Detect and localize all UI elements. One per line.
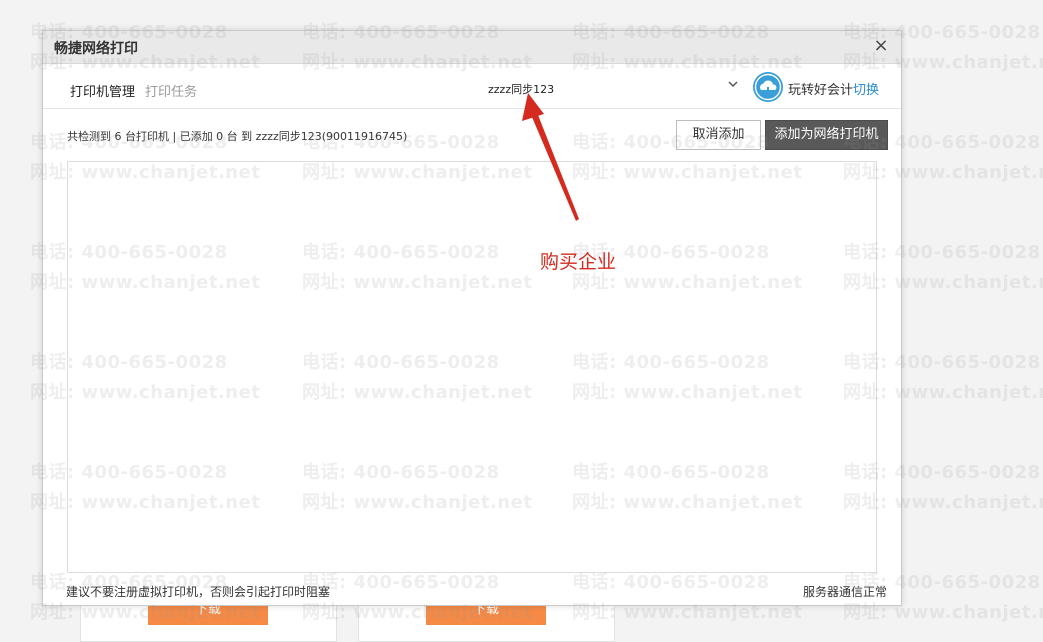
tab-printer-management[interactable]: 打印机管理: [70, 81, 135, 100]
tab-bar: 打印机管理 打印任务 zzzz同步123 玩转好会计 切换: [43, 64, 901, 109]
username: 玩转好会计: [788, 83, 854, 98]
company-selector[interactable]: zzzz同步123: [488, 81, 554, 97]
avatar-cloud-icon: [753, 72, 783, 102]
printer-list-panel[interactable]: [67, 161, 877, 573]
annotation-label: 购买企业: [540, 251, 617, 273]
network-print-dialog: 畅捷网络打印 × 打印机管理 打印任务 zzzz同步123 玩转好会计 切换 共…: [42, 30, 902, 606]
dialog-titlebar: 畅捷网络打印 ×: [43, 31, 901, 64]
dialog-title: 畅捷网络打印: [54, 41, 138, 57]
switch-account-link[interactable]: 切换: [853, 79, 879, 98]
server-status-text: 服务器通信正常: [802, 585, 887, 599]
close-icon[interactable]: ×: [871, 36, 891, 56]
virtual-printer-hint: 建议不要注册虚拟打印机，否则会引起打印时阻塞: [66, 585, 331, 599]
add-network-printer-button[interactable]: 添加为网络打印机: [765, 120, 888, 150]
detection-status-text: 共检测到 6 台打印机 | 已添加 0 台 到 zzzz同步123(900119…: [67, 130, 408, 143]
cancel-add-button[interactable]: 取消添加: [676, 120, 761, 150]
chevron-down-icon[interactable]: [727, 78, 739, 90]
tab-print-tasks[interactable]: 打印任务: [145, 81, 197, 100]
